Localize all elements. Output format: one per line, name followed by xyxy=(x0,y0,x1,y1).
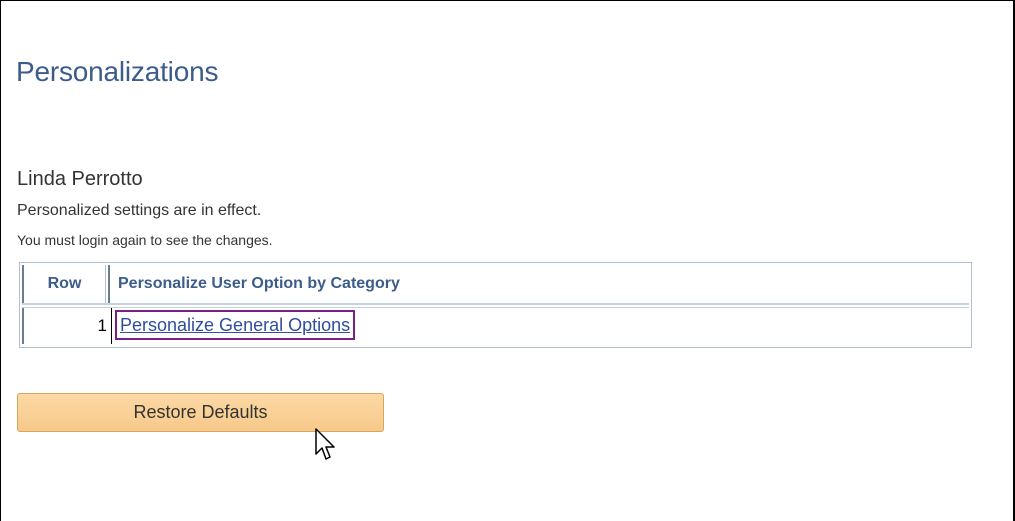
table-row: 1 Personalize General Options xyxy=(22,307,969,344)
settings-status-message: Personalized settings are in effect. xyxy=(17,202,262,219)
restore-defaults-button[interactable]: Restore Defaults xyxy=(17,393,384,432)
user-name: Linda Perrotto xyxy=(17,168,143,190)
mouse-pointer-icon xyxy=(315,428,335,460)
personalize-general-options-link[interactable]: Personalize General Options xyxy=(120,315,350,335)
focused-link-outline: Personalize General Options xyxy=(115,310,356,340)
grid-header: Row Personalize User Option by Category xyxy=(22,265,969,305)
personalization-grid: Row Personalize User Option by Category … xyxy=(19,262,972,348)
column-header-category: Personalize User Option by Category xyxy=(108,265,400,303)
login-again-message: You must login again to see the changes. xyxy=(17,232,273,248)
column-header-row: Row xyxy=(22,265,106,303)
row-number: 1 xyxy=(22,308,112,344)
page-title: Personalizations xyxy=(16,56,219,87)
